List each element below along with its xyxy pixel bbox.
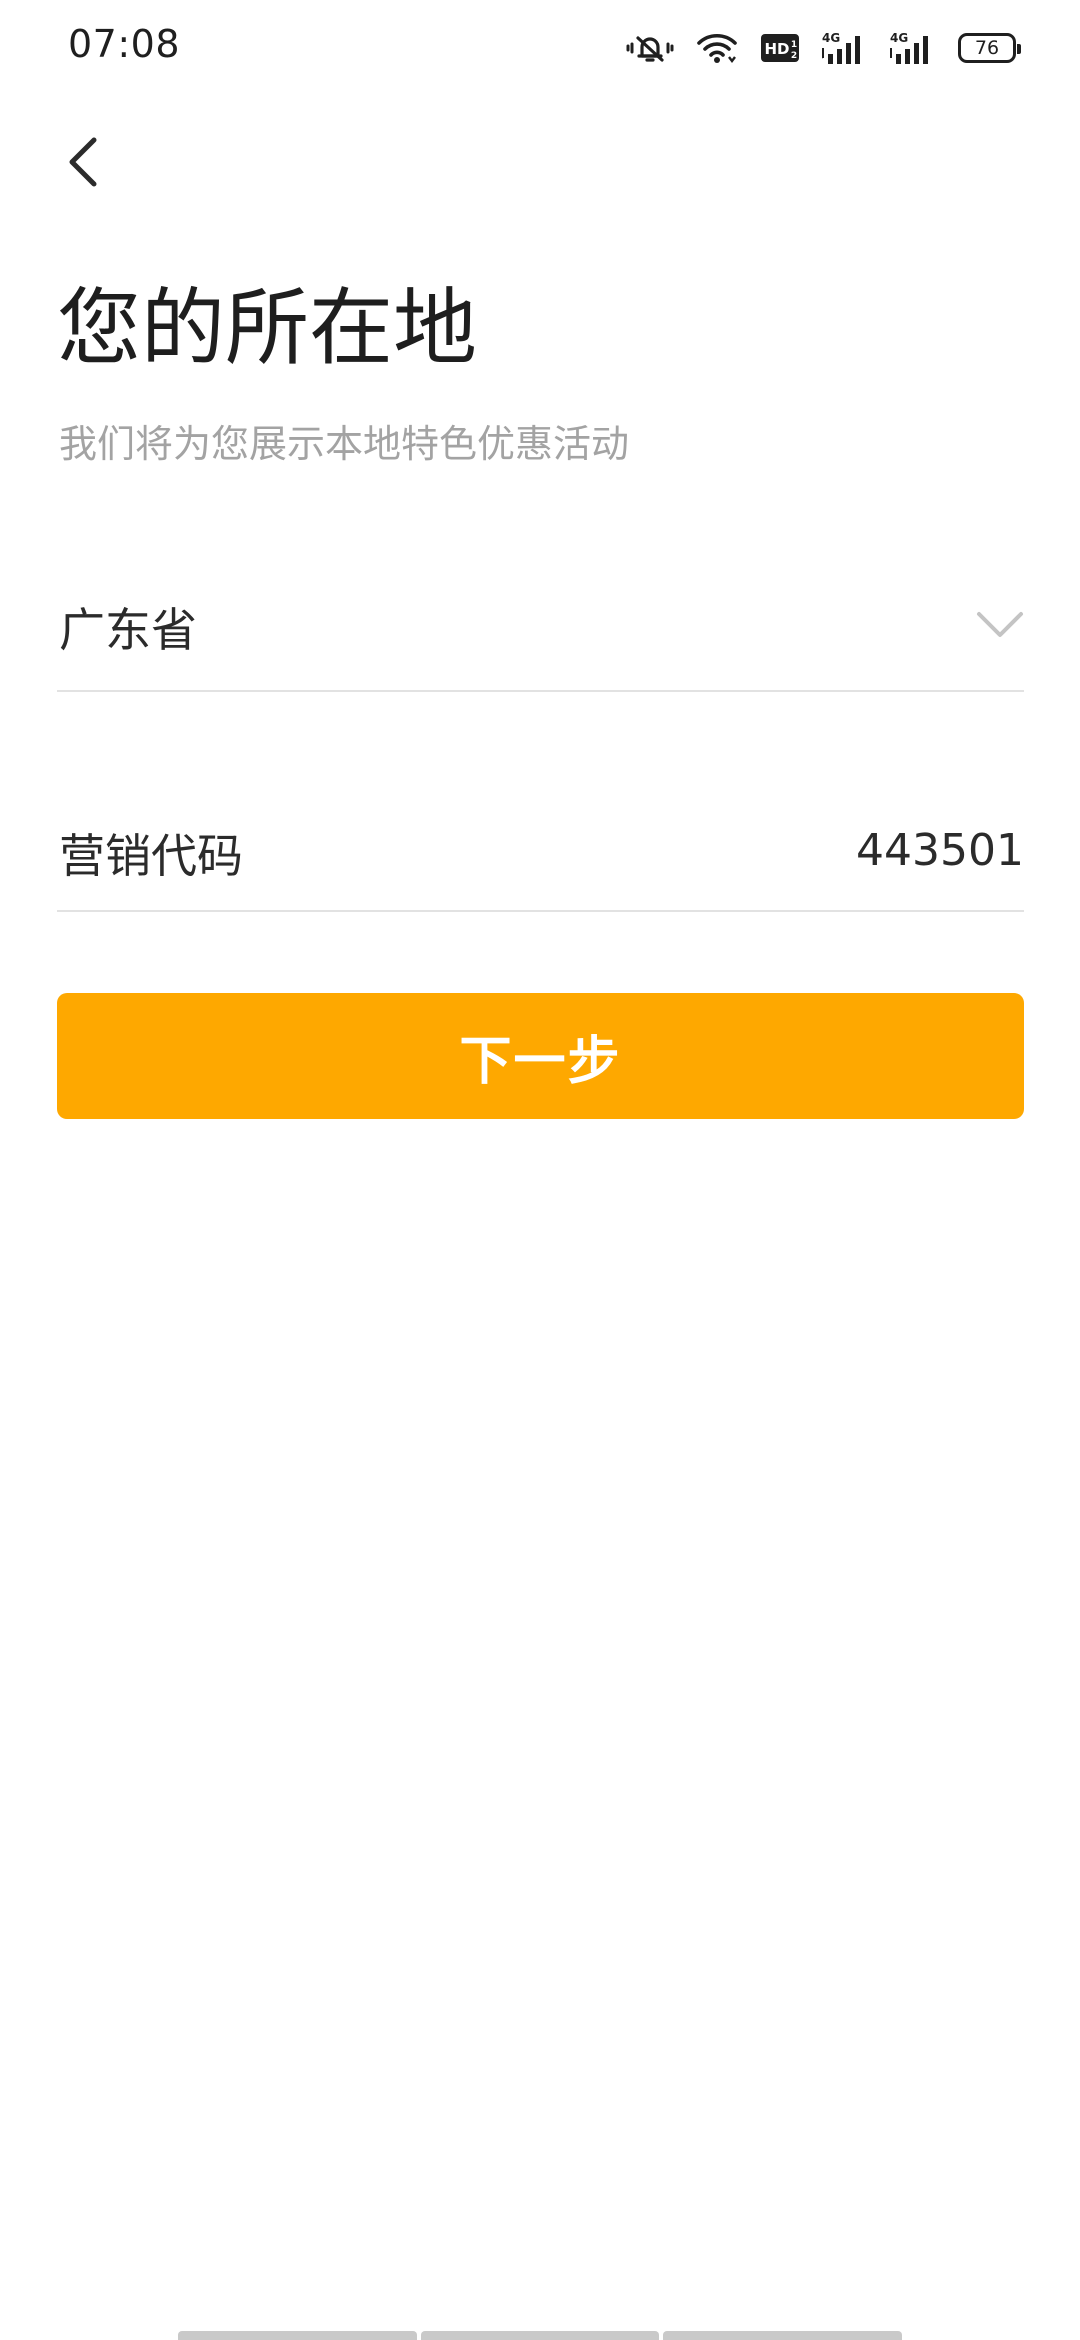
svg-text:2: 2	[791, 51, 797, 61]
network-label-1: 4G	[822, 31, 840, 45]
battery-icon: 76	[958, 33, 1021, 63]
chevron-down-icon	[977, 612, 1023, 637]
back-button[interactable]	[36, 114, 132, 210]
province-select[interactable]: 广东省	[57, 574, 1024, 692]
gesture-segment	[663, 2331, 903, 2340]
page-title: 您的所在地	[57, 279, 478, 377]
svg-text:1: 1	[791, 40, 797, 50]
status-icons: HD 1 2 4G 4G 76	[626, 26, 1021, 70]
battery-level: 76	[974, 37, 1000, 59]
gesture-navigation-bar[interactable]	[178, 2331, 903, 2340]
mute-bell-icon	[626, 30, 674, 66]
marketing-code-row: 营销代码	[57, 800, 1024, 912]
marketing-code-label: 营销代码	[59, 829, 243, 883]
page-subtitle: 我们将为您展示本地特色优惠活动	[59, 422, 630, 466]
next-button[interactable]: 下一步	[57, 993, 1024, 1119]
gesture-segment	[420, 2331, 660, 2340]
province-value: 广东省	[59, 603, 197, 657]
hd-label: HD	[764, 40, 789, 58]
hd-voice-icon: HD 1 2	[760, 33, 800, 63]
marketing-code-input[interactable]	[464, 810, 1024, 890]
chevron-left-icon	[69, 137, 97, 187]
signal-4g-icon: 4G	[822, 30, 868, 66]
status-bar: 07:08 HD 1 2 4G 4G 76	[0, 0, 1080, 96]
location-screen: 07:08 HD 1 2 4G 4G 76 您的所在地 我们将为您展示本地特色优…	[0, 0, 1080, 2340]
signal-4g-icon: 4G	[890, 30, 936, 66]
gesture-segment	[178, 2331, 417, 2340]
network-label-2: 4G	[890, 31, 908, 45]
status-time: 07:08	[68, 22, 181, 66]
wifi-icon	[696, 31, 738, 65]
